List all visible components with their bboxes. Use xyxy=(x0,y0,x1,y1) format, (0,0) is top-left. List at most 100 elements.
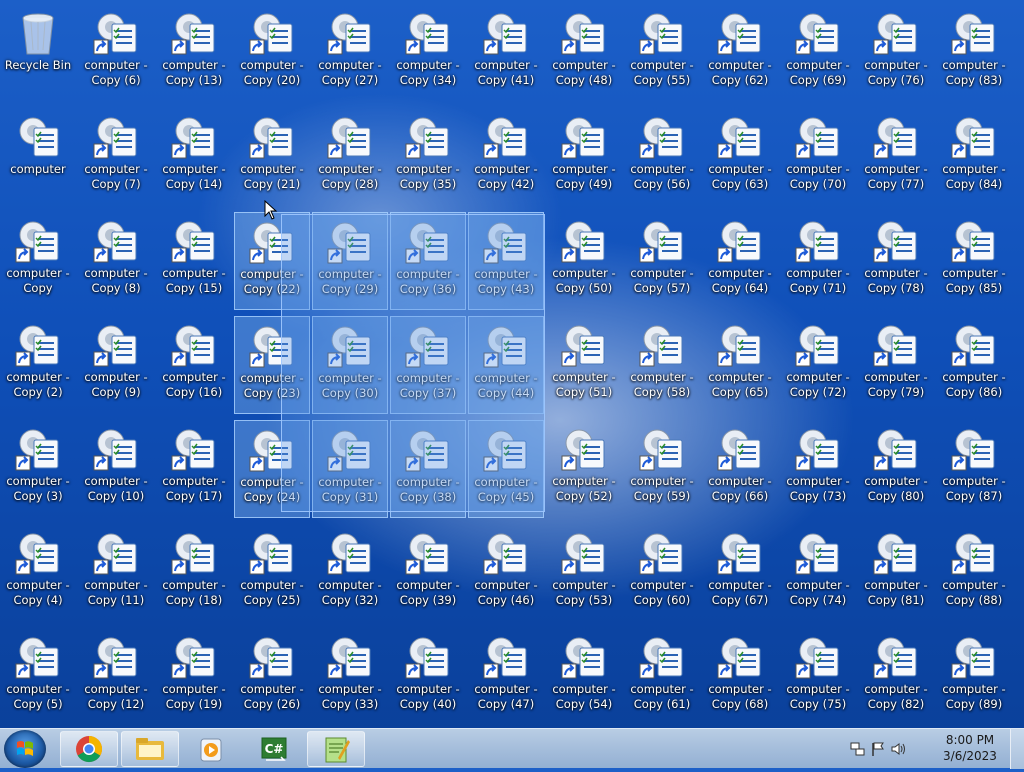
start-button[interactable] xyxy=(4,730,46,768)
desktop-shortcut[interactable]: computer - Copy (63) xyxy=(702,108,778,206)
show-desktop-button[interactable] xyxy=(1010,729,1024,769)
desktop-shortcut[interactable]: computer - Copy (58) xyxy=(624,316,700,414)
desktop-shortcut[interactable]: computer - Copy (9) xyxy=(78,316,154,414)
desktop-shortcut[interactable]: computer - Copy (73) xyxy=(780,420,856,518)
desktop-shortcut[interactable]: computer - Copy (56) xyxy=(624,108,700,206)
desktop-shortcut[interactable]: computer xyxy=(0,108,76,206)
taskbar-explorer-button[interactable] xyxy=(121,731,179,767)
desktop-shortcut[interactable]: computer - Copy (44) xyxy=(468,316,544,414)
desktop[interactable]: Recycle Bin computer - Copy (6) computer -C… xyxy=(0,0,1024,728)
network-icon[interactable] xyxy=(850,741,866,757)
taskbar-notepad-button[interactable] xyxy=(307,731,365,767)
desktop-shortcut[interactable]: computer - Copy (11) xyxy=(78,524,154,622)
desktop-shortcut[interactable]: computer - Copy (30) xyxy=(312,316,388,414)
desktop-shortcut[interactable]: computer - Copy (81) xyxy=(858,524,934,622)
desktop-shortcut[interactable]: computer - Copy (32) xyxy=(312,524,388,622)
desktop-shortcut[interactable]: computer - Copy (16) xyxy=(156,316,232,414)
desktop-shortcut[interactable]: computer - Copy (53) xyxy=(546,524,622,622)
desktop-shortcut[interactable]: computer - Copy (27) xyxy=(312,4,388,102)
desktop-shortcut[interactable]: computer - Copy (14) xyxy=(156,108,232,206)
desktop-shortcut[interactable]: computer - Copy (78) xyxy=(858,212,934,310)
desktop-shortcut[interactable]: computer - Copy (85) xyxy=(936,212,1012,310)
desktop-shortcut[interactable]: computer - Copy (84) xyxy=(936,108,1012,206)
desktop-shortcut[interactable]: computer - Copy (76) xyxy=(858,4,934,102)
desktop-shortcut[interactable]: computer - Copy (7) xyxy=(78,108,154,206)
desktop-shortcut[interactable]: computer - Copy (70) xyxy=(780,108,856,206)
desktop-shortcut[interactable]: computer - Copy (75) xyxy=(780,628,856,726)
desktop-shortcut[interactable]: computer - Copy (22) xyxy=(234,212,310,310)
desktop-shortcut[interactable]: computer - Copy (36) xyxy=(390,212,466,310)
desktop-shortcut[interactable]: computer - Copy (65) xyxy=(702,316,778,414)
desktop-shortcut[interactable]: computer - Copy (89) xyxy=(936,628,1012,726)
desktop-shortcut[interactable]: computer - Copy (17) xyxy=(156,420,232,518)
desktop-shortcut[interactable]: computer - Copy (19) xyxy=(156,628,232,726)
recycle-bin[interactable]: Recycle Bin xyxy=(0,4,76,102)
desktop-shortcut[interactable]: computer - Copy (51) xyxy=(546,316,622,414)
desktop-shortcut[interactable]: computer - Copy (66) xyxy=(702,420,778,518)
desktop-shortcut[interactable]: computer - Copy (83) xyxy=(936,4,1012,102)
desktop-shortcut[interactable]: computer - Copy (43) xyxy=(468,212,544,310)
desktop-shortcut[interactable]: computer - Copy (86) xyxy=(936,316,1012,414)
desktop-shortcut[interactable]: computer - Copy (69) xyxy=(780,4,856,102)
desktop-shortcut[interactable]: computer - Copy (87) xyxy=(936,420,1012,518)
desktop-shortcut[interactable]: computer - Copy (64) xyxy=(702,212,778,310)
desktop-shortcut[interactable]: computer - Copy (46) xyxy=(468,524,544,622)
desktop-shortcut[interactable]: computer - Copy (2) xyxy=(0,316,76,414)
desktop-shortcut[interactable]: computer - Copy (74) xyxy=(780,524,856,622)
desktop-shortcut[interactable]: computer - Copy (24) xyxy=(234,420,310,518)
desktop-shortcut[interactable]: computer - Copy (35) xyxy=(390,108,466,206)
desktop-shortcut[interactable]: computer - Copy (12) xyxy=(78,628,154,726)
action-center-flag-icon[interactable] xyxy=(870,741,886,757)
desktop-shortcut[interactable]: computer - Copy (25) xyxy=(234,524,310,622)
desktop-shortcut[interactable]: computer - Copy (68) xyxy=(702,628,778,726)
desktop-shortcut[interactable]: computer - Copy (49) xyxy=(546,108,622,206)
desktop-shortcut[interactable]: computer - Copy (41) xyxy=(468,4,544,102)
desktop-shortcut[interactable]: computer - Copy (39) xyxy=(390,524,466,622)
desktop-shortcut[interactable]: computer - Copy (61) xyxy=(624,628,700,726)
desktop-shortcut[interactable]: computer - Copy (57) xyxy=(624,212,700,310)
desktop-shortcut[interactable]: computer - Copy (38) xyxy=(390,420,466,518)
volume-icon[interactable] xyxy=(890,741,906,757)
desktop-shortcut[interactable]: computer - Copy (28) xyxy=(312,108,388,206)
desktop-shortcut[interactable]: computer - Copy (62) xyxy=(702,4,778,102)
taskbar-csharp-button[interactable]: C# xyxy=(245,731,303,767)
desktop-shortcut[interactable]: computer - Copy (71) xyxy=(780,212,856,310)
desktop-shortcut[interactable]: computer - Copy (10) xyxy=(78,420,154,518)
desktop-shortcut[interactable]: computer - Copy (79) xyxy=(858,316,934,414)
desktop-shortcut[interactable]: computer - Copy (88) xyxy=(936,524,1012,622)
desktop-shortcut[interactable]: computer - Copy (37) xyxy=(390,316,466,414)
desktop-shortcut[interactable]: computer - Copy (29) xyxy=(312,212,388,310)
desktop-shortcut[interactable]: computer - Copy (18) xyxy=(156,524,232,622)
desktop-shortcut[interactable]: computer - Copy (42) xyxy=(468,108,544,206)
desktop-shortcut[interactable]: computer - Copy (33) xyxy=(312,628,388,726)
desktop-shortcut[interactable]: computer - Copy (34) xyxy=(390,4,466,102)
desktop-shortcut[interactable]: computer - Copy (31) xyxy=(312,420,388,518)
desktop-shortcut[interactable]: computer - Copy (5) xyxy=(0,628,76,726)
clock[interactable]: 8:00 PM 3/6/2023 xyxy=(938,732,1002,764)
desktop-shortcut[interactable]: computer - Copy (6) xyxy=(78,4,154,102)
desktop-shortcut[interactable]: computer - Copy (50) xyxy=(546,212,622,310)
desktop-shortcut[interactable]: computer - Copy xyxy=(0,212,76,310)
desktop-shortcut[interactable]: computer - Copy (80) xyxy=(858,420,934,518)
desktop-shortcut[interactable]: computer - Copy (4) xyxy=(0,524,76,622)
desktop-shortcut[interactable]: computer - Copy (40) xyxy=(390,628,466,726)
desktop-shortcut[interactable]: computer - Copy (72) xyxy=(780,316,856,414)
desktop-shortcut[interactable]: computer - Copy (77) xyxy=(858,108,934,206)
desktop-shortcut[interactable]: computer - Copy (45) xyxy=(468,420,544,518)
desktop-shortcut[interactable]: computer - Copy (20) xyxy=(234,4,310,102)
desktop-shortcut[interactable]: computer - Copy (26) xyxy=(234,628,310,726)
taskbar-chrome-button[interactable] xyxy=(60,731,118,767)
desktop-shortcut[interactable]: computer - Copy (13) xyxy=(156,4,232,102)
desktop-shortcut[interactable]: computer - Copy (8) xyxy=(78,212,154,310)
desktop-shortcut[interactable]: computer - Copy (48) xyxy=(546,4,622,102)
desktop-shortcut[interactable]: computer - Copy (3) xyxy=(0,420,76,518)
desktop-shortcut[interactable]: computer - Copy (82) xyxy=(858,628,934,726)
desktop-shortcut[interactable]: computer - Copy (47) xyxy=(468,628,544,726)
taskbar-media-button[interactable] xyxy=(182,731,240,767)
desktop-shortcut[interactable]: computer - Copy (55) xyxy=(624,4,700,102)
desktop-shortcut[interactable]: computer - Copy (15) xyxy=(156,212,232,310)
desktop-shortcut[interactable]: computer - Copy (60) xyxy=(624,524,700,622)
desktop-shortcut[interactable]: computer - Copy (59) xyxy=(624,420,700,518)
desktop-shortcut[interactable]: computer - Copy (52) xyxy=(546,420,622,518)
desktop-shortcut[interactable]: computer - Copy (67) xyxy=(702,524,778,622)
